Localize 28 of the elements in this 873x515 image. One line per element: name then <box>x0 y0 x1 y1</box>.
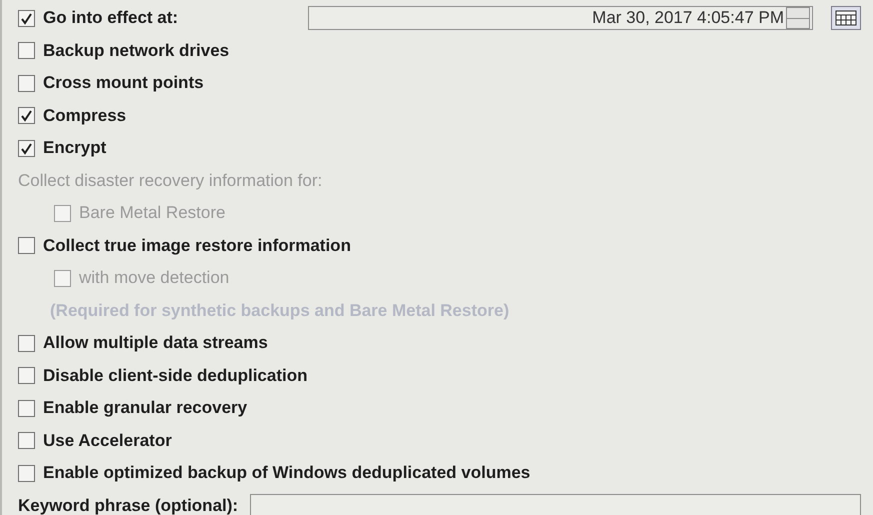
checkbox-label[interactable]: Backup network drives <box>43 40 230 61</box>
checkbox[interactable] <box>18 107 35 124</box>
checkbox-label[interactable]: Use Accelerator <box>43 430 172 451</box>
checkbox[interactable] <box>18 42 35 60</box>
checkbox[interactable] <box>18 367 35 384</box>
checkbox-label[interactable]: Compress <box>43 106 126 126</box>
spinner-icon[interactable] <box>786 7 810 30</box>
checkbox[interactable] <box>18 237 35 254</box>
checkbox-label[interactable]: Disable client-side deduplication <box>43 366 308 386</box>
checkbox-label[interactable]: Allow multiple data streams <box>43 333 268 354</box>
checkbox-label[interactable]: Collect true image restore information <box>43 236 351 256</box>
keyword-field[interactable] <box>250 494 861 515</box>
keyword-label: Keyword phrase (optional): <box>18 496 238 515</box>
checkbox-label[interactable]: Encrypt <box>43 138 106 158</box>
checkbox[interactable] <box>18 140 35 157</box>
checkbox[interactable] <box>18 74 35 92</box>
checkbox[interactable] <box>18 334 35 352</box>
calendar-icon[interactable] <box>831 6 861 30</box>
checkbox[interactable] <box>18 400 35 417</box>
checkbox-label[interactable]: Enable optimized backup of Windows deduplicated volumes <box>43 463 530 484</box>
checkbox[interactable] <box>18 10 35 27</box>
checkbox-label[interactable]: Enable granular recovery <box>43 398 248 418</box>
section-heading: Collect disaster recovery information for: <box>18 170 322 191</box>
checkbox[interactable] <box>18 432 35 450</box>
checkbox-label[interactable]: Go into effect at: <box>43 8 178 28</box>
date-time-field[interactable]: Mar 30, 2017 4:05:47 PM <box>308 6 813 30</box>
checkbox-label[interactable]: Cross mount points <box>43 73 204 94</box>
checkbox[interactable] <box>18 464 35 482</box>
